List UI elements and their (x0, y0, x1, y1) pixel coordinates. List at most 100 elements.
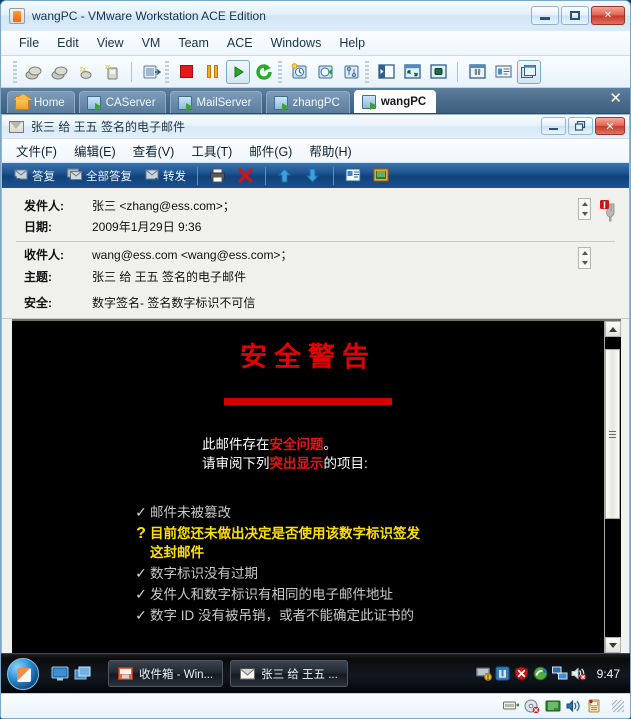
scroll-down-button[interactable] (605, 637, 621, 653)
switch-windows-icon[interactable] (74, 666, 92, 682)
sidebar-toggle-icon[interactable] (374, 60, 398, 84)
delete-icon (237, 167, 254, 184)
mail-menu-file[interactable]: 文件(F) (16, 141, 57, 160)
mail-menu-mail[interactable]: 邮件(G) (249, 141, 292, 160)
take-snapshot-icon[interactable] (74, 60, 98, 84)
list-item: ✓ 邮件未被篡改 (132, 503, 604, 522)
close-button[interactable]: ✕ (595, 117, 625, 135)
taskbar-item-mail[interactable]: 张三 给 王五 ... (230, 660, 348, 687)
mail-menu-help[interactable]: 帮助(H) (309, 141, 351, 160)
vm-tab-caserver[interactable]: CAServer (78, 91, 166, 113)
restore-button[interactable] (568, 117, 593, 135)
snapshot-clock-icon[interactable] (287, 60, 311, 84)
floppy-icon[interactable] (503, 699, 519, 713)
scrollbar-track[interactable] (605, 337, 621, 637)
resize-grip[interactable] (612, 700, 624, 712)
find-button[interactable] (369, 165, 394, 186)
mail-body: 安全警告 此邮件存在安全问题。 请审阅下列突出显示的项目: ✓ 邮件未被篡改 ? (12, 321, 604, 653)
taskbar-clock[interactable]: 9:47 (597, 667, 620, 681)
pause-icon[interactable] (200, 60, 224, 84)
vm-tab-mailserver[interactable]: MailServer (169, 91, 262, 113)
menu-item-view[interactable]: View (97, 36, 124, 50)
close-button[interactable]: ✕ (591, 6, 625, 25)
to-scroll-spinner[interactable] (578, 247, 591, 269)
volume-muted-icon[interactable] (571, 666, 586, 681)
menu-item-ace[interactable]: ACE (227, 36, 253, 50)
reply-icon (12, 168, 29, 184)
play-icon[interactable] (226, 59, 250, 84)
mail-menu-bar: 文件(F) 编辑(E) 查看(V) 工具(T) 邮件(G) 帮助(H) (2, 139, 629, 163)
maximize-button[interactable] (561, 6, 589, 25)
cdrom-icon[interactable] (524, 699, 540, 713)
send-ctrl-alt-del-icon[interactable] (139, 60, 163, 84)
reply-all-button[interactable]: 全部答复 (62, 165, 136, 186)
reset-icon[interactable] (252, 60, 276, 84)
vmware-icon (9, 8, 25, 24)
toolbar-grip-4[interactable] (365, 60, 369, 83)
delete-button[interactable] (233, 165, 258, 186)
menu-item-windows[interactable]: Windows (271, 36, 322, 50)
scrollbar-thumb[interactable] (605, 349, 620, 519)
toolbar-grip[interactable] (13, 60, 17, 83)
menu-item-edit[interactable]: Edit (57, 36, 79, 50)
snapshot-manager-icon[interactable] (339, 60, 363, 84)
windows-messenger-icon[interactable] (533, 666, 548, 681)
menu-item-file[interactable]: File (19, 36, 39, 50)
outlook-express-icon (118, 667, 133, 680)
list-item: ✓ 发件人和数字标识有相同的电子邮件地址 (132, 585, 604, 604)
signature-warning-icon[interactable] (599, 200, 619, 222)
network-icon[interactable] (551, 666, 568, 681)
forward-button[interactable]: 转发 (139, 165, 190, 186)
power-on-snapshot-icon[interactable] (22, 60, 46, 84)
settings-icon[interactable] (465, 60, 489, 84)
vm-tab-home[interactable]: Home (7, 91, 75, 113)
minimize-button[interactable] (541, 117, 566, 135)
manage-snapshots-icon[interactable] (100, 60, 124, 84)
address-book-button[interactable] (341, 165, 366, 186)
menu-item-vm[interactable]: VM (142, 36, 161, 50)
reply-button[interactable]: 答复 (8, 165, 59, 186)
mail-title-bar: 张三 给 王五 签名的电子邮件 ✕ (2, 115, 629, 139)
mail-toolbar-separator (197, 166, 198, 185)
toolbar-grip-2[interactable] (165, 60, 169, 83)
network-icon[interactable] (545, 699, 561, 713)
start-button[interactable] (7, 657, 39, 690)
intro-text-end: 。 (323, 437, 338, 452)
minimize-button[interactable] (531, 6, 559, 25)
mail-menu-tools[interactable]: 工具(T) (191, 141, 232, 160)
console-view-icon[interactable] (517, 59, 541, 84)
mail-menu-edit[interactable]: 编辑(E) (74, 141, 116, 160)
usb-icon[interactable] (587, 699, 602, 713)
mail-toolbar: 答复 全部答复 转发 (2, 163, 629, 188)
vm-tab-wangpc[interactable]: wangPC (353, 90, 437, 113)
close-tab-button[interactable]: ✕ (609, 91, 622, 107)
mail-body-scrollbar[interactable] (604, 321, 621, 653)
vmware-tools-icon[interactable] (495, 666, 510, 681)
from-scroll-spinner[interactable] (578, 198, 591, 220)
scroll-up-button[interactable] (605, 321, 621, 337)
forward-label: 转发 (163, 170, 186, 183)
revert-snapshot-icon[interactable] (48, 60, 72, 84)
next-button[interactable] (301, 165, 326, 186)
summary-icon[interactable] (491, 60, 515, 84)
keyboard-layout-icon[interactable] (475, 666, 492, 681)
print-icon (209, 168, 226, 184)
show-desktop-icon[interactable] (51, 666, 69, 682)
menu-item-team[interactable]: Team (178, 36, 209, 50)
toolbar-separator (131, 61, 132, 82)
toolbar-grip-3[interactable] (278, 60, 282, 83)
quick-switch-icon[interactable] (426, 60, 450, 84)
taskbar-items: 收件箱 - Win... 张三 给 王五 ... (108, 660, 348, 687)
stop-icon[interactable] (174, 60, 198, 84)
print-button[interactable] (205, 165, 230, 186)
mail-menu-view[interactable]: 查看(V) (133, 141, 175, 160)
envelope-icon (9, 120, 24, 133)
security-alert-icon[interactable] (514, 666, 529, 681)
fullscreen-icon[interactable] (400, 60, 424, 84)
menu-item-help[interactable]: Help (339, 36, 365, 50)
vm-tab-zhangpc[interactable]: zhangPC (265, 91, 350, 113)
sound-icon[interactable] (566, 699, 581, 713)
revert-clock-icon[interactable] (313, 60, 337, 84)
previous-button[interactable] (273, 165, 298, 186)
taskbar-item-inbox[interactable]: 收件箱 - Win... (108, 660, 224, 687)
